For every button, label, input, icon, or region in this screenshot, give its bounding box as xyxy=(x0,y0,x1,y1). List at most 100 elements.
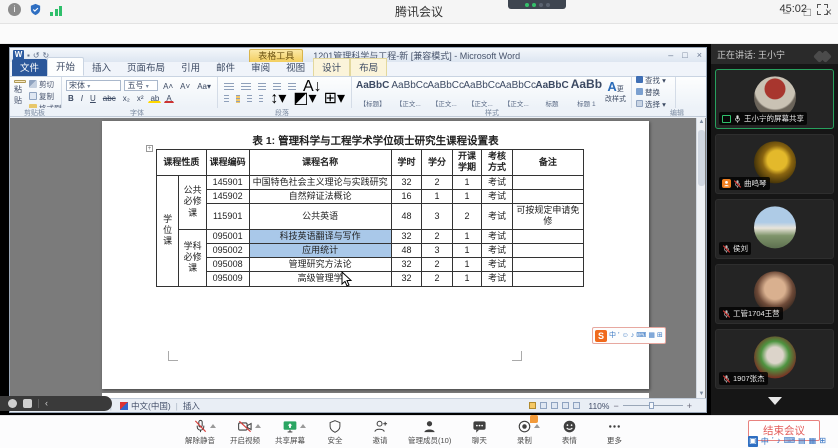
bullets-icon[interactable] xyxy=(224,83,234,91)
video-options-caret-icon[interactable] xyxy=(255,424,261,428)
share-options-caret-icon[interactable] xyxy=(300,424,306,428)
record-options-caret-icon[interactable] xyxy=(534,424,540,428)
word-restore-icon[interactable]: □ xyxy=(682,50,687,60)
ime-lang-icon[interactable]: 中 xyxy=(761,436,769,447)
meeting-info-icon[interactable]: i xyxy=(8,3,21,16)
ime-mode-icon[interactable]: 中 xyxy=(609,330,616,342)
fullscreen-view-icon[interactable] xyxy=(540,402,547,409)
unmute-button[interactable]: 解除静音 xyxy=(183,418,217,446)
taskbar-ime-bar[interactable]: ▣ 中 ’ ♪ ⌨ ▤ ▦ ⊞ xyxy=(748,436,826,447)
style-chip[interactable]: AaBb标题 1 xyxy=(571,75,602,111)
sogou-logo-icon[interactable]: S xyxy=(595,330,607,342)
multilevel-list-icon[interactable] xyxy=(258,83,266,91)
ime-voice-icon[interactable]: ♪ xyxy=(631,330,635,342)
subscript-button[interactable]: x₂ xyxy=(121,92,132,103)
participant-tile-sharing[interactable]: 王小宁的屏幕共享 xyxy=(715,69,834,129)
vertical-scrollbar[interactable]: ▲ ▼ xyxy=(696,118,705,398)
print-layout-view-icon[interactable] xyxy=(529,402,536,409)
manage-members-button[interactable]: 管理成员(10) xyxy=(408,418,451,446)
copy-button[interactable]: 复制 xyxy=(29,91,62,102)
share-screen-button[interactable]: 共享屏幕 xyxy=(273,418,307,446)
change-case-button[interactable]: Aa▾ xyxy=(195,80,213,91)
ime-emoji-icon[interactable]: ☺ xyxy=(622,330,629,342)
tab-insert[interactable]: 插入 xyxy=(84,59,119,76)
annotation-toolbar-pill[interactable]: ‹ xyxy=(0,396,112,411)
find-button[interactable]: 查找 ▾ xyxy=(636,75,671,86)
language-indicator[interactable]: 中文(中国) xyxy=(131,400,171,412)
participant-tile[interactable]: 1907张杰 xyxy=(715,329,834,389)
security-button[interactable]: 安全 xyxy=(318,418,352,446)
italic-button[interactable]: I xyxy=(79,92,85,103)
strikethrough-button[interactable]: abc xyxy=(101,92,118,103)
shrink-font-button[interactable]: A˅ xyxy=(178,80,192,91)
cut-button[interactable]: 剪切 xyxy=(29,79,62,90)
zoom-in-icon[interactable]: + xyxy=(687,401,692,411)
ime-keyboard-icon[interactable]: ⌨ xyxy=(784,436,796,447)
ime-panel-icon[interactable]: ▤ xyxy=(798,436,806,447)
tab-table-layout[interactable]: 布局 xyxy=(350,58,387,76)
course-table[interactable]: 课程性质 课程编码 课程名称 学时 学分 开课学期 考核方式 备注 学位课 公共… xyxy=(156,149,584,287)
sidebar-collapse-icon[interactable] xyxy=(768,397,782,405)
more-button[interactable]: 更多 xyxy=(597,418,631,446)
fullscreen-icon[interactable] xyxy=(817,4,828,15)
bold-button[interactable]: B xyxy=(66,92,76,103)
tab-file[interactable]: 文件 xyxy=(12,59,47,76)
outline-view-icon[interactable] xyxy=(562,402,569,409)
invite-button[interactable]: 邀请 xyxy=(363,418,397,446)
font-name-select[interactable]: 宋体 ▾ xyxy=(66,80,121,91)
word-close-icon[interactable]: × xyxy=(697,50,702,60)
ime-keyboard-icon[interactable]: ⌨ xyxy=(636,330,646,342)
ime-skin-icon[interactable]: ▦ xyxy=(809,436,817,447)
participant-tile[interactable]: 曲鸣琴 xyxy=(715,134,834,194)
participant-tile[interactable]: 侯刘 xyxy=(715,199,834,259)
line-spacing-icon[interactable]: ↕▾ xyxy=(268,92,288,103)
web-view-icon[interactable] xyxy=(551,402,558,409)
tab-page-layout[interactable]: 页面布局 xyxy=(119,59,173,76)
tab-table-design[interactable]: 设计 xyxy=(313,58,350,76)
highlight-color-button[interactable]: ab xyxy=(148,92,161,103)
collapse-chevron-icon[interactable]: ‹ xyxy=(45,399,48,408)
ime-punct-icon[interactable]: ’ xyxy=(618,330,620,342)
insert-mode[interactable]: 插入 xyxy=(183,400,200,412)
tab-home[interactable]: 开始 xyxy=(47,57,84,76)
underline-button[interactable]: U xyxy=(88,92,98,103)
mic-options-caret-icon[interactable] xyxy=(210,424,216,428)
font-size-select[interactable]: 五号 ▾ xyxy=(124,80,158,91)
ime-toolbox-icon[interactable]: ⊞ xyxy=(657,330,663,342)
table-move-handle-icon[interactable]: + xyxy=(146,145,153,152)
sogou-ime-toolbar[interactable]: S 中 ’ ☺ ♪ ⌨ ▦ ⊞ xyxy=(592,327,666,344)
share-control-pill[interactable] xyxy=(508,0,566,9)
zoom-slider[interactable] xyxy=(623,405,683,406)
style-chip[interactable]: AaBbC【标题】 xyxy=(356,75,389,111)
justify-icon[interactable] xyxy=(259,95,264,103)
scroll-up-icon[interactable]: ▲ xyxy=(698,119,705,125)
zoom-level[interactable]: 110% xyxy=(588,401,609,411)
tab-references[interactable]: 引用 xyxy=(173,59,208,76)
record-button[interactable]: 录制 xyxy=(507,418,541,446)
zoom-slider-thumb[interactable] xyxy=(649,402,654,409)
comment-tool-icon[interactable] xyxy=(23,399,32,408)
shading-icon[interactable]: ◩▾ xyxy=(291,92,318,103)
scrollbar-thumb[interactable] xyxy=(698,130,705,186)
align-left-icon[interactable] xyxy=(224,95,229,103)
style-chip[interactable]: AaBbCc【正文... xyxy=(499,75,533,111)
tab-view[interactable]: 视图 xyxy=(278,59,313,76)
borders-icon[interactable]: ⊞▾ xyxy=(322,92,347,103)
style-chip[interactable]: AaBbCc【正文... xyxy=(427,75,461,111)
draft-view-icon[interactable] xyxy=(573,402,580,409)
style-chip[interactable]: AaBbCc【正文... xyxy=(463,75,497,111)
align-right-icon[interactable] xyxy=(247,95,252,103)
grow-font-button[interactable]: A˄ xyxy=(161,80,175,91)
paste-button[interactable]: 粘贴 xyxy=(14,79,26,106)
style-chip[interactable]: AaBbCc【正文... xyxy=(391,75,425,111)
replace-button[interactable]: 替换 xyxy=(636,87,671,98)
start-video-button[interactable]: 开启视频 xyxy=(228,418,262,446)
ime-more-icon[interactable]: ⊞ xyxy=(819,436,826,447)
chat-button[interactable]: 聊天 xyxy=(462,418,496,446)
change-styles-button[interactable]: A更改样式 xyxy=(604,81,627,104)
superscript-button[interactable]: x² xyxy=(135,92,146,103)
ime-skin-icon[interactable]: ▦ xyxy=(648,330,655,342)
health-shield-icon[interactable] xyxy=(29,3,42,16)
font-color-button[interactable]: A xyxy=(164,92,173,103)
tab-mailings[interactable]: 邮件 xyxy=(208,59,243,76)
